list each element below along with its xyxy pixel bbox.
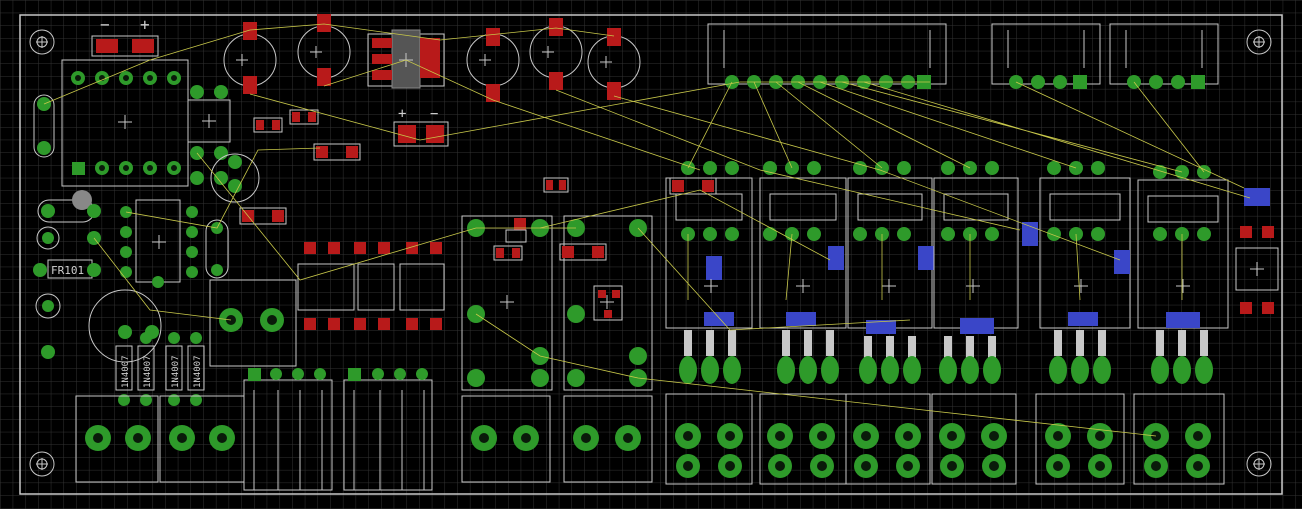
pcb-canvas[interactable]: − + + − FR101 1N4007 1N4007 1N4007 1N400… xyxy=(0,0,1302,509)
polar-plus-label: + xyxy=(398,106,406,122)
cap-plus-label: + xyxy=(140,15,150,34)
fuse-ref-label: FR101 xyxy=(51,264,84,277)
diode-label-4: 1N4007 xyxy=(193,355,203,388)
diode-label-1: 1N4007 xyxy=(121,355,131,388)
polar-minus-label: − xyxy=(430,106,438,122)
diode-label-2: 1N4007 xyxy=(143,355,153,388)
cap-minus-label: − xyxy=(100,15,110,34)
diode-label-3: 1N4007 xyxy=(171,355,181,388)
